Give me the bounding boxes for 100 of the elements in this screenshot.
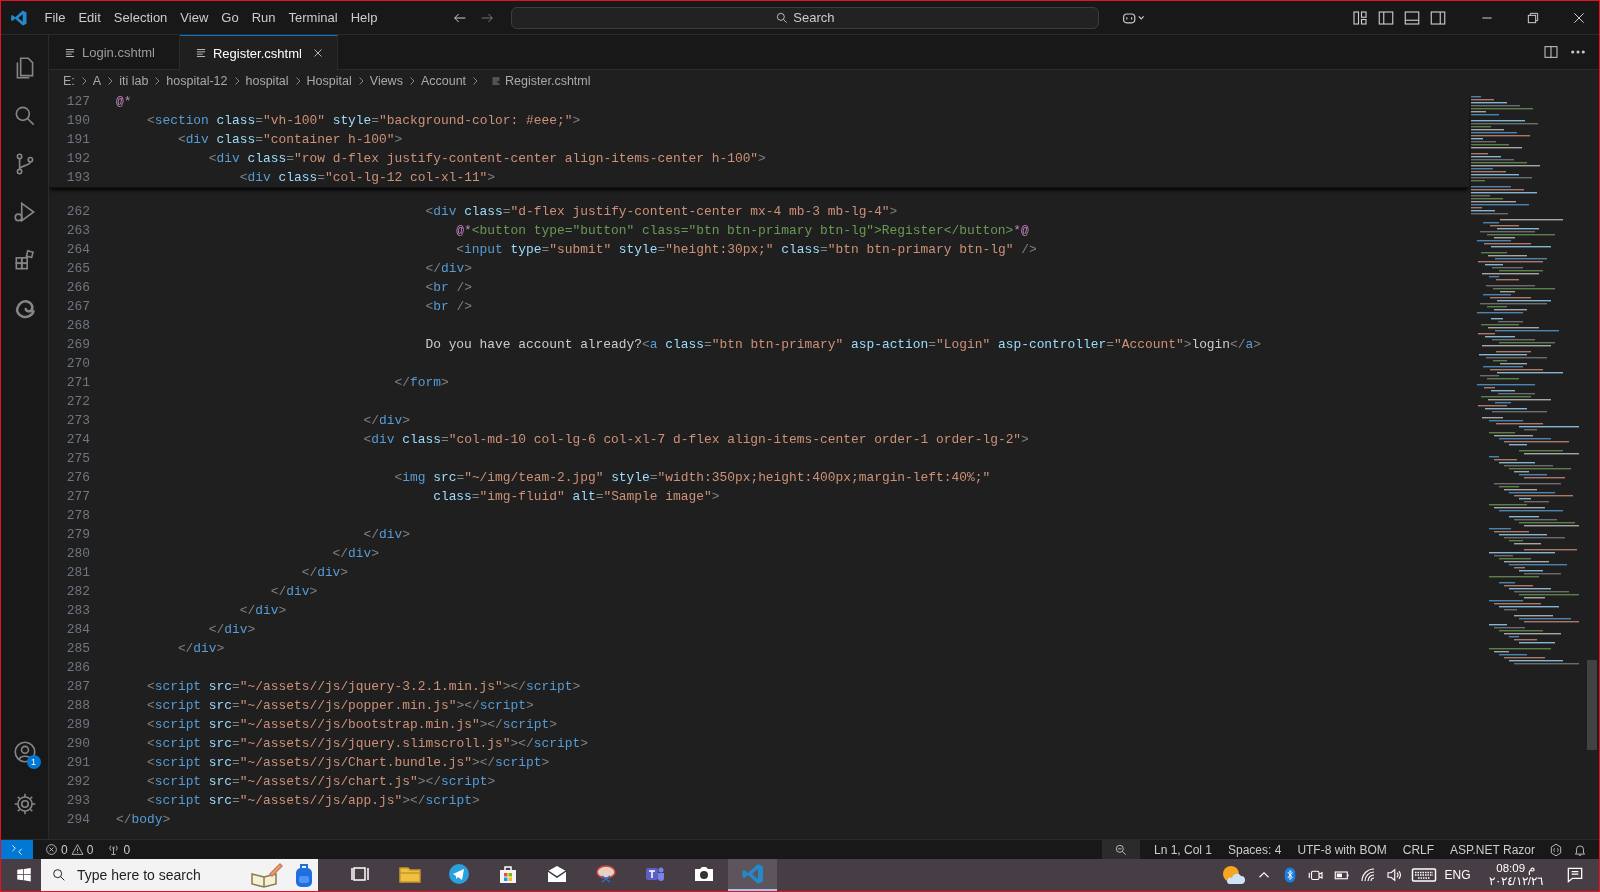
status-item[interactable]: Spaces: 4: [1220, 842, 1290, 857]
scissors-icon: [593, 862, 618, 886]
line-number: 286: [65, 659, 90, 677]
code-line: <br />: [424, 298, 472, 316]
breadcrumb-item[interactable]: Views: [369, 74, 403, 88]
line-number: 284: [65, 621, 90, 639]
code-line: </div>: [176, 640, 225, 658]
speaker-icon[interactable]: [1384, 866, 1403, 884]
editor-tab[interactable]: Login.cshtml: [49, 35, 180, 69]
menu-item[interactable]: Help: [344, 7, 384, 28]
status-item[interactable]: Ln 1, Col 1: [1145, 842, 1220, 857]
error-icon: [45, 843, 58, 856]
code-line: </div>: [300, 564, 349, 582]
menu-item[interactable]: Edit: [71, 7, 108, 28]
editor-tab[interactable]: Register.cshtml: [180, 35, 338, 70]
line-number: 274: [65, 431, 90, 449]
book-pencil-icon: [250, 862, 284, 888]
code-line: </div>: [362, 412, 410, 430]
vscode-logo-icon: [740, 862, 765, 886]
line-number: 191: [65, 131, 90, 149]
line-number: 190: [65, 112, 90, 130]
code-line: </div>: [331, 545, 380, 563]
windows-logo-icon[interactable]: [15, 866, 33, 884]
notifications-icon[interactable]: [1565, 865, 1585, 885]
line-number: 292: [65, 773, 90, 791]
code-line: </div>: [424, 260, 472, 278]
line-number: 268: [65, 317, 90, 335]
line-number: 293: [65, 792, 90, 810]
lines-icon: [490, 75, 503, 87]
status-item[interactable]: UTF-8 with BOM: [1289, 842, 1395, 857]
search-field[interactable]: Search: [510, 6, 1099, 29]
code-line: </div>: [362, 526, 410, 544]
line-number: 273: [65, 412, 90, 430]
code-line: </div>: [207, 621, 256, 639]
menu-item[interactable]: Selection: [107, 7, 174, 28]
layout-icon[interactable]: [1351, 8, 1369, 27]
bell-icon[interactable]: [1573, 842, 1587, 857]
breadcrumb-item[interactable]: hospital-12: [166, 74, 228, 88]
notification-badge: 1: [26, 755, 41, 769]
code-line: </div>: [238, 602, 287, 620]
search-icon: [775, 10, 790, 25]
line-number: 277: [65, 488, 90, 506]
code-line: <section class="vh-100" style="background-color: #eee;">: [145, 112, 581, 130]
menu-item[interactable]: Run: [245, 7, 282, 28]
status-item[interactable]: ASP.NET Razor: [1442, 842, 1543, 857]
code-line: <script src="~/assets//js/popper.min.js"></script>: [145, 697, 534, 715]
code-line: <div class="col-md-10 col-lg-6 col-xl-7 d-flex align-items-center order-1 order-lg-2">: [362, 431, 1029, 449]
code-line: <img src="~/img/team-2.jpg" style="width:350px;height:400px;margin-left:40%;": [393, 469, 991, 487]
code-line: <br />: [424, 279, 472, 297]
code-line: <script src="~/assets//js/jquery-3.2.1.min.js"></script>: [145, 678, 581, 696]
code-line: <script src="~/assets//js/chart.js"></script>: [145, 773, 496, 791]
code-line: <script src="~/assets//js/Chart.bundle.js"></script>: [145, 754, 550, 772]
scrollbar-thumb[interactable]: [1587, 660, 1597, 750]
line-number: 290: [65, 735, 90, 753]
breadcrumb-item[interactable]: A: [92, 74, 102, 88]
line-number: 271: [65, 374, 90, 392]
language-indicator[interactable]: ENG: [1444, 868, 1471, 882]
line-number: 272: [65, 393, 90, 411]
taskbar-search-field[interactable]: Type here to search: [41, 859, 318, 891]
breadcrumb-item[interactable]: E:: [63, 74, 75, 88]
clock-time[interactable]: 08:09 م: [1496, 862, 1536, 875]
lines-icon: [194, 46, 208, 60]
menu-item[interactable]: Go: [214, 7, 246, 28]
line-number: 281: [65, 564, 90, 582]
breadcrumb-item[interactable]: Register.cshtml: [505, 74, 591, 88]
sidebar-left-icon[interactable]: [1377, 8, 1395, 27]
braces-icon[interactable]: [1549, 842, 1563, 857]
vscode-logo-icon[interactable]: [10, 8, 28, 27]
line-number: 275: [65, 450, 90, 468]
code-line: </body>: [116, 811, 171, 829]
line-number: 294: [65, 811, 90, 829]
code-line: @*: [116, 93, 132, 111]
problems-button[interactable]: 0 0: [41, 842, 98, 857]
sidebar-right-icon[interactable]: [1429, 8, 1447, 27]
remote-icon: [10, 842, 24, 857]
breadcrumb-item[interactable]: iti lab: [119, 74, 149, 88]
split-editor-icon[interactable]: [1543, 44, 1559, 60]
breadcrumb-item[interactable]: Hospital: [306, 74, 352, 88]
breadcrumb-item[interactable]: hospital: [245, 74, 289, 88]
code-line: </form>: [393, 374, 449, 392]
line-number: 282: [65, 583, 90, 601]
zoom-out-icon[interactable]: [1113, 842, 1128, 857]
line-number: 283: [65, 602, 90, 620]
menu-item[interactable]: Terminal: [282, 7, 345, 28]
breadcrumb-item[interactable]: Account: [420, 74, 467, 88]
line-number: 291: [65, 754, 90, 772]
status-item[interactable]: CRLF: [1394, 842, 1443, 857]
line-number: 267: [65, 298, 90, 316]
panel-bottom-icon[interactable]: [1403, 8, 1421, 27]
line-number: 279: [65, 526, 90, 544]
menu-item[interactable]: View: [173, 7, 215, 28]
keyboard-icon[interactable]: [1410, 866, 1437, 884]
line-number: 264: [65, 241, 90, 259]
account-icon[interactable]: [11, 739, 38, 765]
ports-button[interactable]: 0: [103, 842, 135, 857]
line-number: 127: [65, 93, 90, 111]
clock-date[interactable]: ٢٠٢٤/١٢/٢٦: [1488, 875, 1543, 888]
menu-item[interactable]: File: [38, 7, 72, 28]
wifi-icon[interactable]: [1358, 866, 1377, 884]
line-number: 289: [65, 716, 90, 734]
